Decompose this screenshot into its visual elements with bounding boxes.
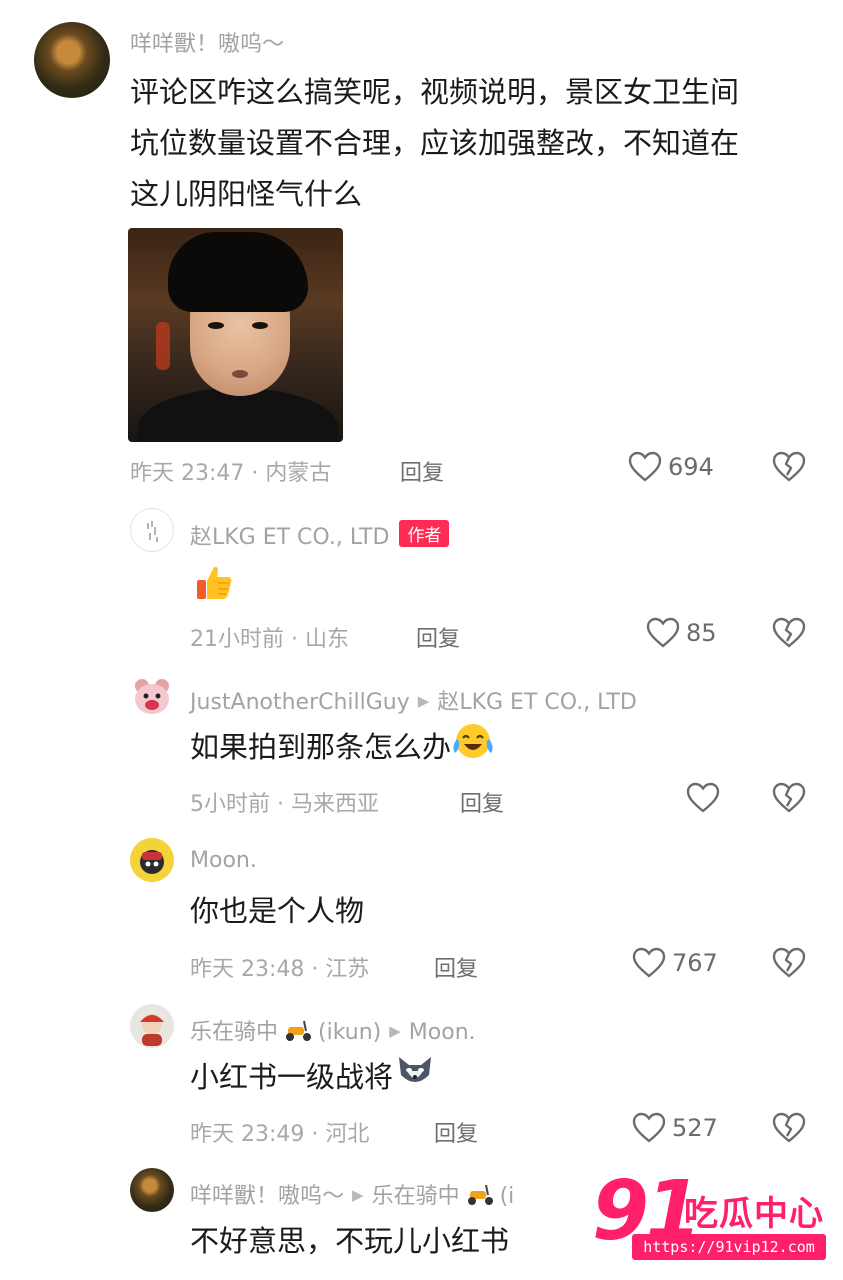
reply-button[interactable]: 回复 xyxy=(434,1116,478,1148)
comment-meta: 21小时前 · 山东 xyxy=(190,627,349,652)
dislike-button[interactable] xyxy=(772,617,806,649)
comment-text-body: 小红书一级战将 xyxy=(190,1060,394,1094)
comment-author[interactable]: 赵LKG ET CO., LTD 作者 xyxy=(190,519,450,551)
like-button[interactable] xyxy=(686,782,720,814)
heart-outline-icon xyxy=(632,947,666,979)
dislike-button[interactable] xyxy=(772,1112,806,1144)
avatar[interactable] xyxy=(34,22,110,98)
author-name: 咩咩獸！嗷呜～ xyxy=(190,1184,345,1209)
like-count: 694 xyxy=(668,453,714,481)
figure-mouth xyxy=(232,370,248,378)
comment-meta: 5小时前 · 马来西亚 xyxy=(190,792,379,817)
like-count: 527 xyxy=(672,1114,718,1142)
comment-text-line: 坑位数量设置不合理，应该加强整改，不知道在 xyxy=(130,126,740,160)
author-name: 赵LKG ET CO., LTD xyxy=(190,525,390,550)
scooter-emoji xyxy=(464,1181,496,1213)
reply-button[interactable]: 回复 xyxy=(400,455,444,487)
author-name: 乐在骑中 xyxy=(190,1020,279,1045)
heart-outline-icon xyxy=(646,617,680,649)
background-lantern xyxy=(156,322,170,370)
reply-button[interactable]: 回复 xyxy=(434,951,478,983)
avatar[interactable] xyxy=(130,508,174,552)
heart-outline-icon xyxy=(686,782,720,814)
avatar[interactable] xyxy=(130,674,174,718)
comment-meta: 昨天 23:49 · 河北 xyxy=(190,1122,370,1147)
avatar[interactable] xyxy=(130,1004,174,1048)
comment-meta: 昨天 23:47 · 内蒙古 xyxy=(130,461,332,486)
like-button[interactable]: 527 xyxy=(632,1112,718,1144)
comment-text-line: 评论区咋这么搞笑呢，视频说明，景区女卫生间 xyxy=(130,75,740,109)
reply-to-name: Moon. xyxy=(408,1020,476,1045)
comment-text: 你也是个人物 xyxy=(190,894,365,928)
figure-hair xyxy=(168,232,308,312)
like-count: 85 xyxy=(686,619,717,647)
comment-author[interactable]: JustAnotherChillGuy ▶ 赵LKG ET CO., LTD xyxy=(190,684,637,716)
figure-eye xyxy=(208,322,224,329)
avatar[interactable] xyxy=(130,1168,174,1212)
comment-text: 小红书一级战将 xyxy=(190,1051,437,1107)
crying-laughing-emoji xyxy=(451,721,495,777)
broken-heart-icon xyxy=(772,782,806,814)
figure-eye xyxy=(252,322,268,329)
reply-to-name: 乐在骑中 xyxy=(371,1184,460,1209)
comment-text: 如果拍到那条怎么办 xyxy=(190,721,495,777)
comment-author[interactable]: Moon. xyxy=(190,848,257,873)
heart-outline-icon xyxy=(632,1112,666,1144)
reply-arrow-icon: ▶ xyxy=(352,1186,364,1204)
thumbs-up-emoji xyxy=(193,561,235,607)
broken-heart-icon xyxy=(772,451,806,483)
broken-heart-icon xyxy=(772,1112,806,1144)
avatar[interactable] xyxy=(130,838,174,882)
comment-text-line: 这儿阴阳怪气什么 xyxy=(130,177,363,211)
reply-button[interactable]: 回复 xyxy=(460,786,504,818)
dislike-button[interactable] xyxy=(772,451,806,483)
reply-button[interactable]: 回复 xyxy=(416,621,460,653)
watermark-logo: 91 吃瓜中心 https://91vip12.com xyxy=(592,1164,832,1272)
broken-heart-icon xyxy=(772,617,806,649)
author-name: JustAnotherChillGuy xyxy=(190,690,410,715)
watermark-text: 吃瓜中心 xyxy=(684,1194,824,1234)
heart-outline-icon xyxy=(628,451,662,483)
comment-author[interactable]: 乐在骑中 (ikun) ▶ Moon. xyxy=(190,1014,476,1049)
like-button[interactable]: 767 xyxy=(632,947,718,979)
broken-heart-icon xyxy=(772,947,806,979)
comment-text: 不好意思，不玩儿小红书 xyxy=(190,1224,510,1258)
like-button[interactable]: 694 xyxy=(628,451,714,483)
dislike-button[interactable] xyxy=(772,947,806,979)
author-badge: 作者 xyxy=(399,520,450,547)
reply-arrow-icon: ▶ xyxy=(417,692,430,710)
reply-to-tag: (i xyxy=(499,1184,515,1209)
figure-body xyxy=(138,388,338,442)
watermark-url: https://91vip12.com xyxy=(632,1234,826,1260)
reply-to-name: 赵LKG ET CO., LTD xyxy=(437,690,637,715)
like-button[interactable]: 85 xyxy=(646,617,717,649)
husky-emoji xyxy=(393,1051,437,1107)
scooter-emoji xyxy=(282,1017,314,1049)
comment-meta: 昨天 23:48 · 江苏 xyxy=(190,957,370,982)
comment-image[interactable] xyxy=(128,228,343,442)
dislike-button[interactable] xyxy=(772,782,806,814)
author-tag: (ikun) xyxy=(318,1020,382,1045)
comment-author[interactable]: 咩咩獸！嗷呜～ ▶ 乐在骑中 (i xyxy=(190,1178,514,1213)
comment-author[interactable]: 咩咩獸！嗷呜～ xyxy=(130,26,284,58)
comment-text-body: 如果拍到那条怎么办 xyxy=(190,730,452,764)
reply-arrow-icon: ▶ xyxy=(389,1022,401,1040)
like-count: 767 xyxy=(672,949,718,977)
